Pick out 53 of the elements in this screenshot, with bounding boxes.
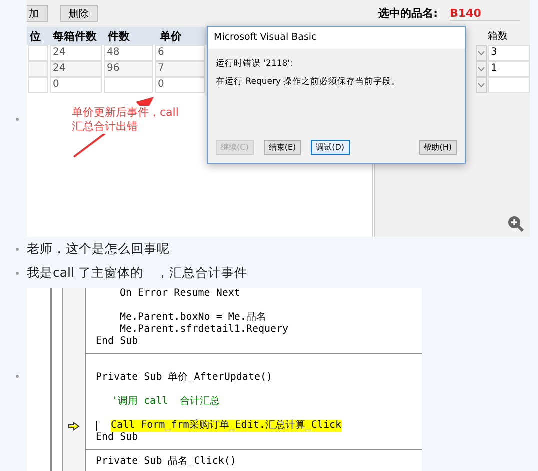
error-message: 在运行 Requery 操作之前必须保存当前字段。	[216, 76, 402, 89]
zoom-in-icon[interactable]	[508, 216, 524, 232]
grid-cell[interactable]	[104, 77, 153, 93]
column-header: 单价	[159, 28, 183, 44]
grid-cell[interactable]	[28, 77, 48, 93]
column-header: 箱数	[488, 30, 508, 43]
bullet-dot	[16, 248, 19, 250]
grid-cell[interactable]: 96	[104, 61, 153, 77]
grid-cell[interactable]	[488, 77, 530, 93]
grid-cell[interactable]: 0	[155, 77, 205, 93]
dialog-button[interactable]: 调试(D)	[311, 140, 350, 155]
dialog-title: Microsoft Visual Basic	[208, 27, 465, 49]
grid-cell[interactable]: 48	[104, 45, 153, 61]
grid-cell[interactable]	[28, 45, 48, 61]
chevron-down-icon	[478, 50, 485, 56]
dropdown-button[interactable]	[476, 45, 487, 61]
chevron-down-icon	[478, 82, 485, 88]
arrow-right-icon	[68, 422, 80, 430]
column-header: 件数	[106, 28, 131, 44]
toolbar-button[interactable]: 删除	[60, 5, 98, 22]
comment-text: 老师，这个是怎么回事呢	[27, 240, 170, 258]
grid-cell[interactable]: 6	[155, 45, 205, 61]
code-line: Me.Parent.boxNo = Me.品名	[119, 312, 266, 324]
grid-cell[interactable]: 24	[50, 61, 102, 77]
dropdown-button[interactable]	[476, 61, 487, 77]
code-line: On Error Resume Next	[119, 288, 240, 300]
text-cursor	[96, 421, 97, 431]
error-message: 运行时错误 '2118':	[216, 58, 294, 71]
column-header: 每箱件数	[52, 28, 98, 44]
code-line: '调用 call 合计汇总	[111, 396, 220, 408]
dialog-button[interactable]: 帮助(H)	[418, 140, 457, 155]
toolbar-button[interactable]: 加	[27, 5, 48, 22]
selected-name-label: 选中的品名:	[378, 6, 438, 21]
grid-cell[interactable]: 24	[50, 45, 102, 61]
grid-cell[interactable]: 0	[50, 77, 102, 93]
comment-text: 我是call 了主窗体的 ，汇总合计事件	[27, 264, 248, 282]
grid-cell[interactable]: 7	[155, 61, 205, 77]
column-header: 位	[28, 28, 42, 44]
chevron-down-icon	[478, 66, 485, 72]
code-line: End Sub	[96, 336, 138, 348]
code-line: Private Sub 单价_AfterUpdate()	[96, 372, 273, 384]
selected-name-value: B140	[450, 6, 520, 20]
dialog-button[interactable]: 结束(E)	[264, 140, 302, 155]
bullet-dot	[16, 118, 19, 121]
code-line: End Sub	[96, 432, 138, 444]
grid-cell[interactable]: 3	[488, 45, 530, 61]
bullet-dot	[16, 272, 19, 274]
code-line: Me.Parent.sfrdetail1.Requery	[119, 324, 289, 336]
code-line: Private Sub 品名_Click()	[96, 456, 236, 468]
dropdown-button[interactable]	[476, 77, 487, 93]
grid-cell[interactable]	[28, 61, 48, 77]
grid-cell[interactable]: 1	[488, 61, 530, 77]
bullet-dot	[16, 375, 19, 378]
